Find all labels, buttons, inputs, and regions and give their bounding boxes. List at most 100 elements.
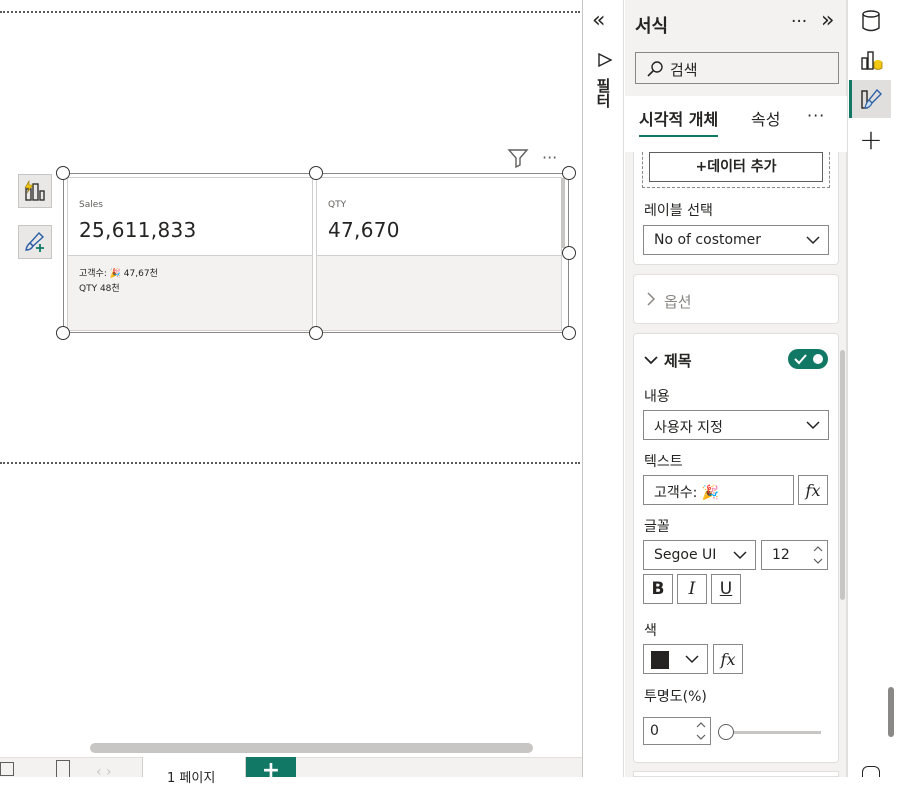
add-data-button[interactable]: +데이터 추가 <box>649 152 823 182</box>
search-icon <box>647 61 663 77</box>
database-icon <box>862 10 880 32</box>
italic-button[interactable]: I <box>677 574 707 604</box>
page-boundary-bottom <box>0 462 580 464</box>
card-sales[interactable]: Sales 25,611,833 고객수: 🎉 47,67천 QTY 48천 <box>67 177 313 331</box>
build-visual-rail-button[interactable] <box>851 41 891 79</box>
font-size-value: 12 <box>772 547 790 563</box>
filter-icon[interactable] <box>507 148 529 168</box>
card-label: QTY <box>328 200 347 210</box>
prev-page-icon[interactable]: ‹ › <box>96 764 112 780</box>
underline-button[interactable]: U <box>711 574 741 604</box>
format-visual-button[interactable] <box>18 225 52 259</box>
chevron-down-icon <box>806 236 820 245</box>
canvas-horizontal-scrollbar[interactable] <box>90 743 533 753</box>
title-section: 제목 내용 사용자 지정 텍스트 고객수: 🎉 fx 글꼴 Segoe UI 1… <box>633 333 839 763</box>
title-toggle[interactable] <box>788 349 828 369</box>
format-visual-icon <box>861 88 882 109</box>
tab-more-icon[interactable]: ··· <box>807 106 825 125</box>
title-text-value: 고객수: 🎉 <box>654 485 720 501</box>
options-title: 옵션 <box>664 293 692 311</box>
title-text-input[interactable]: 고객수: 🎉 <box>643 475 794 505</box>
text-label: 텍스트 <box>644 454 683 470</box>
transparency-label: 투명도(%) <box>644 689 707 705</box>
build-visual-button[interactable] <box>18 174 52 208</box>
color-swatch <box>651 651 669 669</box>
content-dropdown[interactable]: 사용자 지정 <box>643 410 829 440</box>
search-input[interactable]: 검색 <box>635 52 839 84</box>
data-pane-button[interactable] <box>851 2 891 40</box>
next-section-edge <box>633 771 839 777</box>
card-header: Sales 25,611,833 <box>68 178 312 256</box>
rail-scrollbar[interactable] <box>888 687 894 737</box>
transparency-input[interactable]: 0 <box>643 717 711 745</box>
resize-handle[interactable] <box>309 326 323 340</box>
filter-funnel-icon <box>598 52 613 68</box>
content-label: 내용 <box>644 389 670 405</box>
card-value: 47,670 <box>328 218 400 242</box>
report-canvas[interactable]: ··· Sales 25,611,833 고객수: 🎉 47,67천 QTY 4… <box>0 0 582 786</box>
add-page-button[interactable]: + <box>246 757 296 783</box>
font-size-stepper[interactable]: 12 <box>761 540 828 570</box>
add-pane-icon[interactable]: + <box>851 120 891 158</box>
card-qty[interactable]: QTY 47,670 <box>316 177 562 331</box>
resize-handle[interactable] <box>56 326 70 340</box>
active-indicator <box>849 80 852 118</box>
format-rail-button[interactable] <box>851 80 891 118</box>
color-picker[interactable] <box>643 644 708 674</box>
more-options-icon[interactable]: ··· <box>542 148 557 167</box>
page-view-icon[interactable] <box>0 762 14 776</box>
build-visual-icon <box>24 179 45 201</box>
color-label: 색 <box>644 623 657 639</box>
visual-build-icon <box>861 51 883 70</box>
chevron-down-icon <box>685 655 699 664</box>
format-pane: 서식 ··· » 검색 시각적 개체 속성 ··· +데이터 추가 레이블 선택… <box>625 0 847 777</box>
transparency-slider-track[interactable] <box>724 731 821 734</box>
multi-card-visual[interactable]: Sales 25,611,833 고객수: 🎉 47,67천 QTY 48천 Q… <box>63 173 569 333</box>
transparency-value: 0 <box>650 723 659 739</box>
font-family-dropdown[interactable]: Segoe UI <box>643 540 756 570</box>
filter-pane-collapsed[interactable]: « 필터 <box>582 0 624 777</box>
stepper-arrows-icon[interactable] <box>813 543 823 567</box>
collapse-pane-icon[interactable]: » <box>821 8 834 33</box>
card-detail-line: 고객수: 🎉 47,67천 <box>79 269 158 279</box>
tab-properties[interactable]: 속성 <box>751 106 780 130</box>
page-tab[interactable]: 1 페이지 <box>142 757 246 786</box>
label-select-label: 레이블 선택 <box>644 203 713 219</box>
resize-handle[interactable] <box>562 326 576 340</box>
bottom-rail-icon[interactable] <box>862 766 880 777</box>
resize-handle[interactable] <box>562 166 576 180</box>
chevron-down-icon[interactable] <box>644 355 658 365</box>
label-select-dropdown[interactable]: No of costomer <box>643 225 829 255</box>
font-label: 글꼴 <box>644 519 670 535</box>
search-placeholder: 검색 <box>670 61 698 79</box>
card-detail-line: QTY 48천 <box>79 284 120 294</box>
mobile-layout-icon[interactable] <box>56 760 70 777</box>
pane-more-icon[interactable]: ··· <box>791 12 807 32</box>
transparency-slider-thumb[interactable] <box>718 724 734 740</box>
tab-visual[interactable]: 시각적 개체 <box>639 106 719 137</box>
page-boundary-top <box>0 11 580 13</box>
resize-handle[interactable] <box>56 166 70 180</box>
bold-button[interactable]: B <box>643 574 673 604</box>
resize-handle[interactable] <box>309 166 323 180</box>
pane-scrollbar[interactable] <box>840 350 845 600</box>
chevron-down-icon <box>733 551 747 560</box>
data-section: +데이터 추가 레이블 선택 No of costomer <box>633 152 839 265</box>
chevron-down-icon <box>806 421 820 430</box>
filter-pane-label: 필터 <box>594 78 612 108</box>
options-section[interactable]: 옵션 <box>633 274 839 324</box>
stepper-arrows-icon[interactable] <box>696 719 706 743</box>
pane-title: 서식 <box>635 16 669 37</box>
card-header: QTY 47,670 <box>317 178 561 256</box>
card-value: 25,611,833 <box>79 218 197 242</box>
font-family-value: Segoe UI <box>654 547 717 563</box>
color-fx-button[interactable]: fx <box>713 644 743 674</box>
label-select-value: No of costomer <box>654 232 762 248</box>
visual-scrollbar[interactable] <box>561 178 565 248</box>
resize-handle[interactable] <box>562 246 576 260</box>
text-fx-button[interactable]: fx <box>798 475 828 505</box>
expand-filters-icon[interactable]: « <box>592 8 605 33</box>
paintbrush-add-icon <box>25 231 45 252</box>
right-rail: + <box>847 0 897 777</box>
chevron-right-icon <box>647 292 656 306</box>
